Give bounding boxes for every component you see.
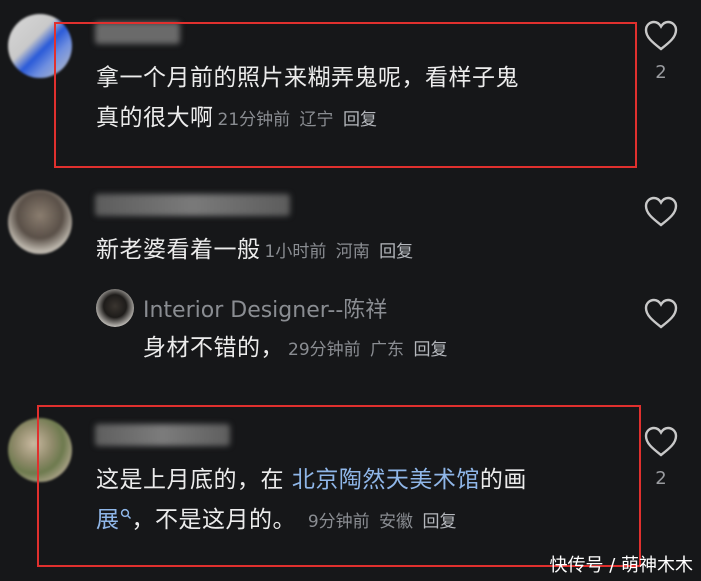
comment-location: 安徽 [379, 512, 414, 532]
reply-button[interactable]: 回复 [379, 242, 413, 262]
comment-time: 29分钟前 [288, 340, 361, 360]
comment-time: 1小时前 [264, 242, 327, 262]
watermark: 快传号 / 萌神木木 [549, 555, 693, 576]
search-link[interactable]: 北京陶然天美术馆 [292, 467, 480, 493]
reply-username[interactable]: Interior Designer--陈祥 [143, 292, 387, 324]
comment-text: 新老婆看着一般 1小时前 河南 回复 [96, 237, 414, 263]
heart-outline-icon [644, 20, 678, 51]
like-button[interactable]: 2 [641, 426, 681, 489]
like-button[interactable] [641, 298, 681, 330]
comment-location: 广东 [370, 340, 405, 360]
comment-location: 河南 [335, 242, 370, 262]
search-icon [120, 508, 131, 520]
comment-text-line1: 拿一个月前的照片来糊弄鬼呢，看样子鬼 [96, 65, 519, 91]
comment-text: 这是上月底的，在 北京陶然天美术馆的画 展，不是这月的。 9分钟前 安徽 回复 [96, 467, 527, 533]
like-count: 2 [655, 468, 667, 489]
reply-text: 身材不错的， 29分钟前 广东 回复 [143, 335, 448, 361]
search-link[interactable]: 展 [96, 507, 132, 533]
heart-outline-icon [644, 426, 678, 457]
comment-text: 拿一个月前的照片来糊弄鬼呢，看样子鬼 真的很大啊 21分钟前 辽宁 回复 [96, 58, 626, 140]
username-blurred[interactable] [95, 194, 290, 216]
reply-button[interactable]: 回复 [413, 340, 447, 360]
comment-time: 9分钟前 [307, 512, 370, 532]
like-count: 2 [655, 62, 667, 83]
like-button[interactable] [641, 196, 681, 228]
avatar[interactable] [96, 289, 134, 327]
comment-location: 辽宁 [299, 110, 334, 130]
like-button[interactable]: 2 [641, 20, 681, 83]
comment-time: 21分钟前 [217, 110, 291, 130]
avatar[interactable] [8, 190, 72, 254]
heart-outline-icon [644, 298, 678, 329]
reply-button[interactable]: 回复 [343, 110, 377, 130]
comment-text-line2: 真的很大啊 [96, 105, 214, 131]
heart-outline-icon [644, 196, 678, 227]
reply-button[interactable]: 回复 [422, 512, 456, 532]
